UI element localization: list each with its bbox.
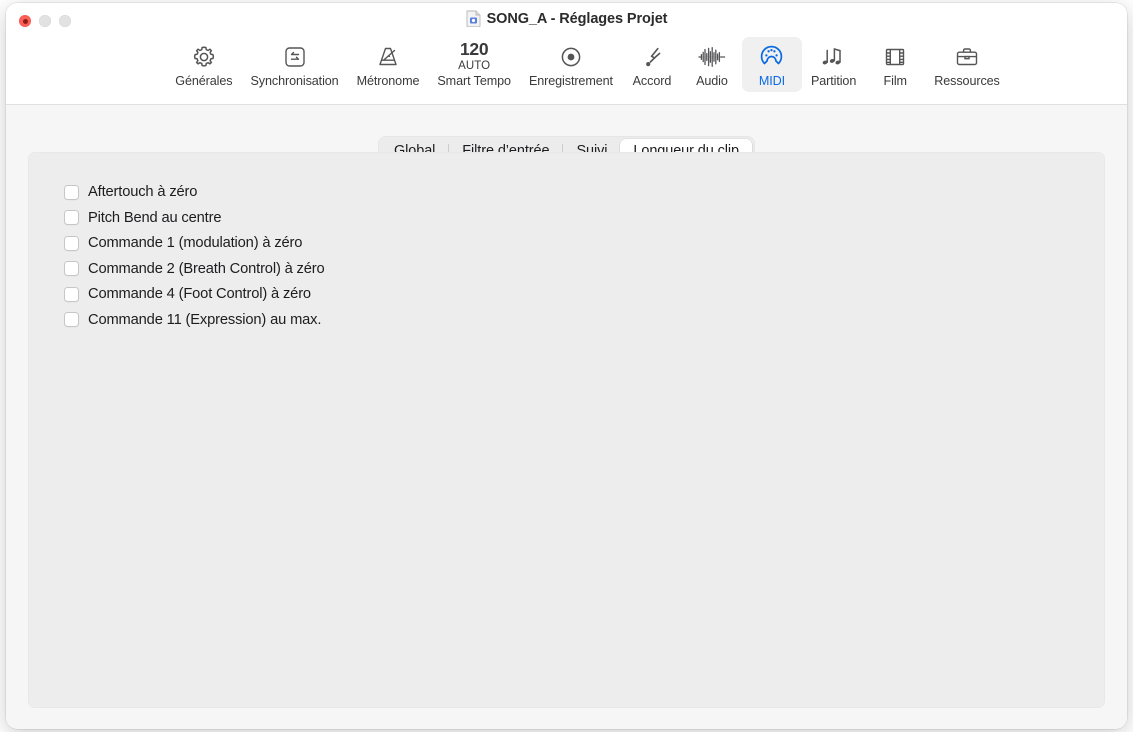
film-strip-icon: [882, 41, 908, 72]
checkbox-pitch-bend[interactable]: [64, 210, 79, 225]
gear-icon: [191, 41, 217, 72]
checkbox-label: Commande 11 (Expression) au max.: [88, 311, 322, 328]
checkbox-commande-4[interactable]: [64, 286, 79, 302]
tuning-fork-icon: [639, 41, 665, 72]
toolbar-item-synchronisation[interactable]: Synchronisation: [241, 37, 347, 92]
toolbar-item-ressources[interactable]: Ressources: [925, 37, 1009, 92]
toolbar-label: Smart Tempo: [437, 74, 511, 88]
toolbar-item-smart-tempo[interactable]: 120 AUTO Smart Tempo: [428, 37, 520, 92]
document-icon: [466, 10, 481, 28]
toolbar-item-audio[interactable]: Audio: [682, 37, 742, 92]
toolbar-label: Partition: [810, 74, 857, 88]
toolbar-item-midi[interactable]: MIDI: [741, 37, 802, 92]
toolbar-label: Film: [883, 74, 907, 88]
toolbar-item-enregistrement[interactable]: Enregistrement: [520, 37, 622, 92]
record-icon: [558, 41, 584, 72]
toolbar-item-accord[interactable]: Accord: [622, 37, 682, 92]
checkbox-commande-11[interactable]: [64, 312, 79, 327]
checkbox-list: Aftertouch à zéro Pitch Bend au centre C…: [64, 184, 325, 328]
checkbox-row-aftertouch[interactable]: Aftertouch à zéro: [64, 184, 325, 200]
checkbox-aftertouch[interactable]: [64, 184, 79, 200]
toolbar-item-metronome[interactable]: Métronome: [348, 37, 429, 92]
checkbox-row-commande-11[interactable]: Commande 11 (Expression) au max.: [64, 312, 325, 328]
briefcase-icon: [954, 41, 980, 72]
sync-icon: [282, 41, 308, 72]
checkbox-row-commande-2[interactable]: Commande 2 (Breath Control) à zéro: [64, 261, 325, 277]
metronome-icon: [375, 41, 401, 72]
checkbox-label: Commande 2 (Breath Control) à zéro: [88, 260, 325, 277]
music-notes-icon: [819, 41, 849, 72]
checkbox-commande-2[interactable]: [64, 261, 79, 276]
checkbox-label: Aftertouch à zéro: [88, 184, 198, 200]
toolbar-label: MIDI: [758, 74, 786, 88]
toolbar-item-film[interactable]: Film: [865, 37, 925, 92]
settings-panel: Aftertouch à zéro Pitch Bend au centre C…: [28, 152, 1105, 708]
tempo-mode: AUTO: [458, 59, 491, 72]
tempo-value: 120: [459, 39, 489, 59]
toolbar-label: Ressources: [934, 74, 1000, 88]
titlebar: SONG_A - Réglages Projet Générales Synch…: [6, 3, 1127, 105]
toolbar-label: Synchronisation: [250, 74, 339, 88]
toolbar-label: Générales: [175, 74, 233, 88]
toolbar-item-generales[interactable]: Générales: [166, 37, 241, 92]
tempo-icon: 120 AUTO: [458, 39, 491, 72]
checkbox-row-commande-4[interactable]: Commande 4 (Foot Control) à zéro: [64, 286, 325, 302]
toolbar-label: Métronome: [356, 74, 420, 88]
midi-port-icon: [758, 41, 785, 72]
window-title-text: SONG_A - Réglages Projet: [486, 10, 668, 27]
checkbox-commande-1[interactable]: [64, 235, 79, 251]
waveform-icon: [697, 41, 727, 72]
toolbar-label: Enregistrement: [528, 74, 613, 88]
toolbar-item-partition[interactable]: Partition: [802, 37, 865, 92]
checkbox-label: Commande 1 (modulation) à zéro: [88, 235, 303, 251]
settings-toolbar: Générales Synchronisation Métronome 120 …: [6, 37, 1127, 92]
checkbox-row-commande-1[interactable]: Commande 1 (modulation) à zéro: [64, 235, 325, 251]
settings-body: Global Filtre d’entrée Suivi Longueur du…: [6, 105, 1127, 728]
toolbar-label: Audio: [696, 74, 728, 88]
checkbox-row-pitch-bend[interactable]: Pitch Bend au centre: [64, 210, 325, 226]
settings-window: SONG_A - Réglages Projet Générales Synch…: [6, 3, 1127, 729]
checkbox-label: Pitch Bend au centre: [88, 209, 222, 226]
window-title: SONG_A - Réglages Projet: [6, 10, 1127, 28]
toolbar-label: Accord: [632, 74, 672, 88]
checkbox-label: Commande 4 (Foot Control) à zéro: [88, 286, 311, 302]
